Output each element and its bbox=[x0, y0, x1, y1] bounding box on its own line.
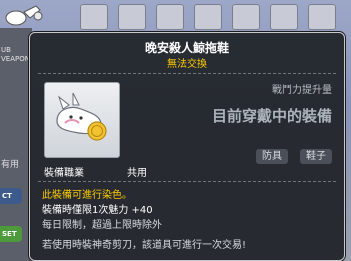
inventory-slot[interactable] bbox=[118, 4, 146, 30]
category-tag-armor: 防具 bbox=[256, 149, 288, 164]
panel-label: VEAPON bbox=[1, 55, 30, 63]
stat-bonus: 裝備時僅限1次魅力 +40 bbox=[42, 205, 153, 216]
divider bbox=[38, 73, 336, 74]
orca-slipper-icon bbox=[56, 92, 107, 141]
job-value: 共用 bbox=[127, 168, 147, 179]
scissors-notice: 若使用時裝神奇剪刀，該道具可進行一次交易! bbox=[42, 240, 247, 251]
inventory-slot[interactable] bbox=[308, 4, 336, 30]
item-icon-frame bbox=[44, 82, 120, 158]
left-side-panel: UB VEAPON 有用 CT SET bbox=[0, 28, 32, 261]
set-button[interactable]: SET bbox=[0, 226, 22, 242]
select-button[interactable]: CT bbox=[0, 188, 22, 204]
divider bbox=[38, 181, 336, 182]
daily-limit: 每日限制，超過上限時除外 bbox=[42, 220, 162, 231]
inventory-slot[interactable] bbox=[156, 4, 184, 30]
dye-notice: 此裝備可進行染色。 bbox=[42, 190, 132, 201]
job-label: 裝備職業 bbox=[44, 168, 84, 179]
inventory-slot[interactable] bbox=[232, 4, 260, 30]
inventory-slot[interactable] bbox=[270, 4, 298, 30]
panel-label: UB bbox=[1, 46, 11, 54]
panel-usage-label: 有用 bbox=[1, 160, 20, 170]
currently-equipped-label: 目前穿戴中的裝備 bbox=[211, 107, 332, 125]
item-name: 晚安殺人鯨拖鞋 bbox=[144, 41, 229, 55]
item-tooltip: 晚安殺人鯨拖鞋 無法交換 戰鬥力提升量 目前穿戴中的裝備 防具 鞋子 裝備職業 … bbox=[29, 32, 345, 261]
category-tag-shoes: 鞋子 bbox=[300, 149, 332, 164]
trade-restriction: 無法交換 bbox=[167, 59, 207, 70]
power-increase-label: 戰鬥力提升量 bbox=[272, 85, 332, 96]
inventory-slot[interactable] bbox=[80, 4, 108, 30]
hand-cursor-icon bbox=[2, 2, 46, 28]
inventory-slot[interactable] bbox=[194, 4, 222, 30]
